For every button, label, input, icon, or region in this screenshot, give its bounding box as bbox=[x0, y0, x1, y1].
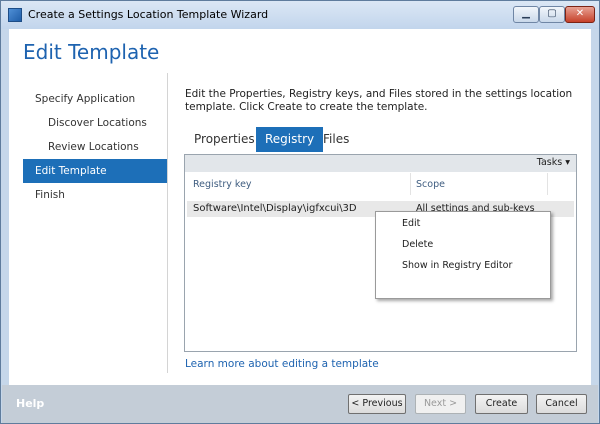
learn-more-link[interactable]: Learn more about editing a template bbox=[185, 358, 379, 370]
column-header-registry-key[interactable]: Registry key bbox=[193, 179, 252, 190]
minimize-button[interactable]: ▁ bbox=[513, 6, 539, 23]
column-divider bbox=[547, 173, 548, 195]
app-icon bbox=[8, 8, 22, 22]
panel-toolbar: Tasks ▾ bbox=[185, 155, 576, 172]
wizard-window: Create a Settings Location Template Wiza… bbox=[0, 0, 600, 424]
step-edit-template[interactable]: Edit Template bbox=[23, 159, 167, 183]
row-registry-key: Software\Intel\Display\igfxcui\3D bbox=[193, 203, 357, 214]
next-button[interactable]: Next > bbox=[415, 394, 466, 414]
description-text: Edit the Properties, Registry keys, and … bbox=[185, 88, 573, 113]
tab-properties[interactable]: Properties bbox=[185, 127, 264, 152]
wizard-footer: Help < Previous Next > Create Cancel bbox=[2, 385, 598, 423]
step-discover-locations[interactable]: Discover Locations bbox=[23, 111, 167, 135]
tab-files[interactable]: Files bbox=[314, 127, 358, 152]
step-finish[interactable]: Finish bbox=[23, 183, 167, 207]
menu-item-show-in-registry-editor[interactable]: Show in Registry Editor bbox=[376, 255, 550, 276]
window-title: Create a Settings Location Template Wiza… bbox=[28, 8, 269, 21]
context-menu: Edit Delete Show in Registry Editor bbox=[375, 211, 551, 299]
previous-button[interactable]: < Previous bbox=[348, 394, 406, 414]
nav-divider bbox=[167, 73, 168, 373]
close-button[interactable]: ✕ bbox=[565, 6, 595, 23]
help-link[interactable]: Help bbox=[16, 397, 44, 410]
column-divider bbox=[410, 173, 411, 195]
page-title: Edit Template bbox=[23, 40, 160, 64]
wizard-steps: Specify Application Discover Locations R… bbox=[23, 87, 167, 207]
title-bar: Create a Settings Location Template Wiza… bbox=[1, 1, 599, 29]
step-specify-application[interactable]: Specify Application bbox=[23, 87, 167, 111]
column-header-scope[interactable]: Scope bbox=[416, 179, 445, 190]
create-button[interactable]: Create bbox=[475, 394, 528, 414]
wizard-client: Edit Template Specify Application Discov… bbox=[9, 29, 591, 385]
step-review-locations[interactable]: Review Locations bbox=[23, 135, 167, 159]
maximize-button[interactable]: ▢ bbox=[539, 6, 565, 23]
tasks-menu-button[interactable]: Tasks ▾ bbox=[537, 157, 570, 168]
menu-item-edit[interactable]: Edit bbox=[376, 213, 550, 234]
menu-item-delete[interactable]: Delete bbox=[376, 234, 550, 255]
cancel-button[interactable]: Cancel bbox=[536, 394, 587, 414]
